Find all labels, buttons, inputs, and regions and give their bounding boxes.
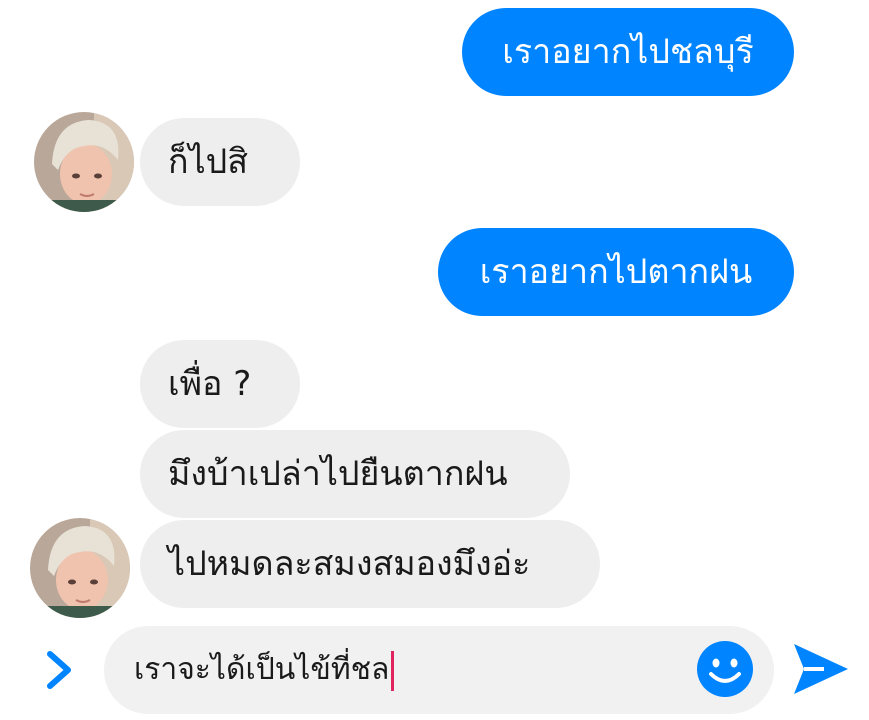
message-bubble-incoming[interactable]: เพื่อ ? bbox=[140, 340, 300, 428]
message-input[interactable]: เราจะได้เป็นไข้ที่ชล bbox=[104, 626, 774, 714]
contact-avatar[interactable] bbox=[34, 112, 134, 212]
message-composer: เราจะได้เป็นไข้ที่ชล bbox=[0, 620, 869, 720]
send-button[interactable] bbox=[790, 640, 852, 698]
contact-avatar[interactable] bbox=[30, 518, 130, 618]
chevron-right-icon bbox=[47, 651, 71, 689]
chat-screen: เราอยากไปชลบุรี ก็ไปสิ เราอยากไปตากฝน เพ… bbox=[0, 0, 869, 720]
message-bubble-incoming[interactable]: ไปหมดละสมงสมองมึงอ่ะ bbox=[140, 520, 600, 608]
avatar-image bbox=[34, 112, 134, 212]
message-input-text: เราจะได้เป็นไข้ที่ชล bbox=[134, 626, 395, 714]
send-arrow-icon bbox=[794, 644, 848, 694]
smiley-icon bbox=[697, 641, 753, 697]
message-bubble-incoming[interactable]: มึงบ้าเปล่าไปยืนตากฝน bbox=[140, 430, 570, 518]
message-bubble-outgoing[interactable]: เราอยากไปชลบุรี bbox=[462, 8, 794, 96]
message-bubble-incoming[interactable]: ก็ไปสิ bbox=[140, 118, 300, 206]
message-bubble-outgoing[interactable]: เราอยากไปตากฝน bbox=[438, 228, 794, 316]
emoji-button[interactable] bbox=[696, 640, 754, 698]
expand-actions-button[interactable] bbox=[40, 648, 80, 692]
avatar-image bbox=[30, 518, 130, 618]
text-caret bbox=[391, 650, 395, 691]
